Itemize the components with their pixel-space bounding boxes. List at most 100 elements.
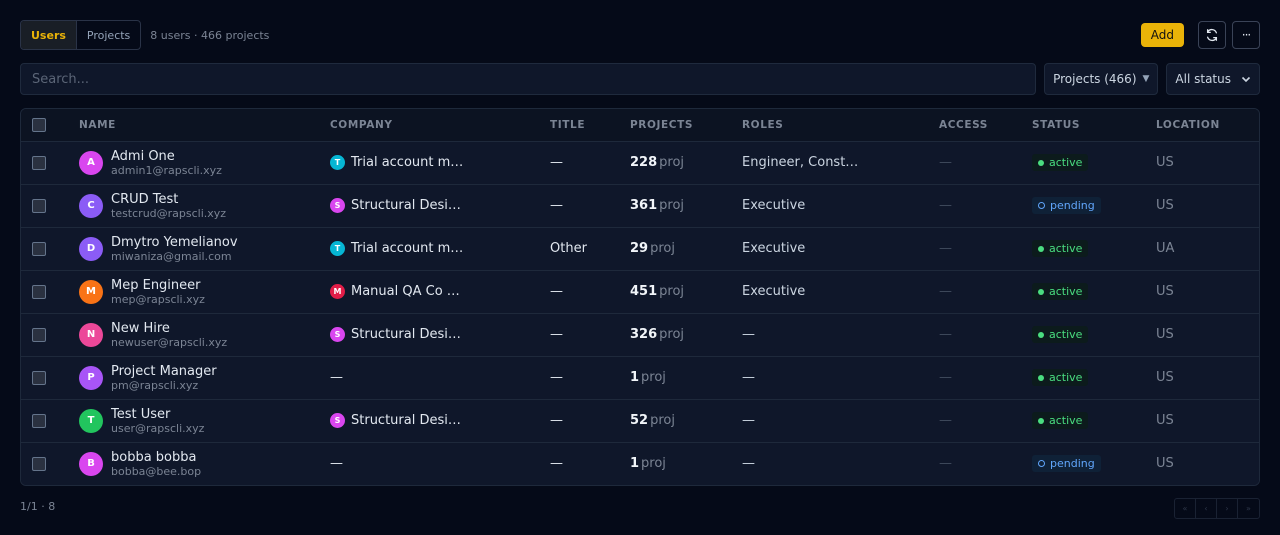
column-header[interactable]: TITLE: [550, 109, 630, 142]
status-label: active: [1049, 414, 1083, 427]
company-cell: M Manual QA Co …: [330, 284, 550, 299]
title-cell: —: [550, 370, 563, 385]
table-row[interactable]: P Project Manager pm@rapscli.xyz — — 1 pr…: [21, 356, 1259, 400]
access-cell: —: [939, 198, 952, 213]
avatar: A: [79, 150, 103, 175]
project-unit: proj: [659, 327, 685, 342]
project-unit: proj: [641, 370, 666, 385]
status-badge: pending: [1032, 197, 1101, 214]
row-checkbox[interactable]: [32, 327, 46, 342]
user-name[interactable]: Dmytro Yemelianov: [111, 235, 238, 250]
avatar: M: [79, 279, 103, 304]
roles-cell: Engineer, Const…: [742, 155, 859, 170]
summary-text: 8 users · 466 projects: [150, 28, 270, 42]
search-input[interactable]: [20, 63, 1037, 95]
roles-cell: —: [742, 413, 755, 428]
row-checkbox[interactable]: [32, 198, 46, 213]
user-email: user@rapscli.xyz: [111, 421, 205, 435]
title-cell: —: [550, 198, 563, 213]
location-cell: US: [1156, 370, 1174, 385]
status-badge: pending: [1032, 455, 1101, 473]
title-cell: Other: [550, 241, 587, 256]
access-cell: —: [939, 327, 952, 342]
user-cell: B bobba bobba bobba@bee.bop: [79, 450, 330, 478]
project-unit: proj: [650, 413, 675, 428]
table-row[interactable]: C CRUD Test testcrud@rapscli.xyz S Struc…: [21, 184, 1259, 228]
title-cell: —: [550, 155, 563, 170]
row-checkbox[interactable]: [32, 284, 46, 299]
status-filter[interactable]: All status: [1166, 63, 1260, 95]
company-cell: S Structural Desi…: [330, 198, 550, 213]
row-checkbox[interactable]: [32, 456, 46, 471]
first-page-button[interactable]: «: [1175, 499, 1196, 518]
status-label: active: [1049, 285, 1083, 298]
company-avatar: T: [330, 155, 345, 170]
column-header[interactable]: ROLES: [742, 109, 939, 142]
roles-cell: Executive: [742, 284, 806, 299]
status-badge: active: [1032, 240, 1089, 257]
user-name[interactable]: Project Manager: [111, 364, 217, 379]
user-name[interactable]: Mep Engineer: [111, 278, 205, 293]
column-header[interactable]: ACCESS: [939, 109, 1032, 142]
chevron-down-icon: ▼: [1142, 74, 1150, 84]
user-name[interactable]: bobba bobba: [111, 450, 201, 465]
column-header[interactable]: COMPANY: [330, 109, 550, 142]
status-dot-icon: [1038, 245, 1044, 252]
status-dot-icon: [1038, 288, 1044, 295]
projects-filter[interactable]: Projects (466) ▼: [1044, 63, 1159, 95]
add-button[interactable]: Add: [1140, 23, 1184, 47]
column-header[interactable]: PROJECTS: [630, 109, 742, 142]
status-label: pending: [1050, 457, 1095, 471]
user-name[interactable]: Admi One: [111, 149, 222, 164]
user-name[interactable]: CRUD Test: [111, 192, 226, 207]
table-row[interactable]: B bobba bobba bobba@bee.bop — — 1 proj — …: [21, 442, 1259, 485]
company-cell: —: [330, 456, 550, 471]
table-row[interactable]: N New Hire newuser@rapscli.xyz S Structu…: [21, 313, 1259, 357]
column-header[interactable]: NAME: [79, 109, 330, 142]
table-row[interactable]: D Dmytro Yemelianov miwaniza@gmail.com T…: [21, 227, 1259, 271]
row-checkbox[interactable]: [32, 413, 46, 428]
prev-page-button[interactable]: ‹: [1196, 499, 1217, 518]
select-all-checkbox[interactable]: [32, 117, 46, 132]
location-cell: US: [1156, 413, 1174, 428]
status-label: active: [1049, 242, 1083, 255]
row-checkbox[interactable]: [32, 370, 46, 385]
location-cell: UA: [1156, 241, 1175, 256]
row-checkbox[interactable]: [32, 241, 46, 256]
project-count: 361: [630, 198, 658, 213]
user-cell: C CRUD Test testcrud@rapscli.xyz: [79, 192, 330, 220]
location-cell: US: [1156, 284, 1174, 299]
column-header[interactable]: STATUS: [1032, 109, 1156, 142]
location-cell: US: [1156, 155, 1174, 170]
location-cell: US: [1156, 456, 1174, 472]
row-checkbox[interactable]: [32, 155, 46, 170]
project-count: 326: [630, 327, 658, 342]
pending-icon: [1038, 202, 1045, 209]
project-count: 1: [630, 456, 640, 472]
status-dot-icon: [1038, 159, 1044, 166]
company-name: Trial account m…: [351, 155, 464, 170]
view-toggle: Users Projects: [20, 20, 142, 50]
project-unit: proj: [650, 241, 675, 256]
column-header[interactable]: LOCATION: [1156, 109, 1259, 142]
user-name[interactable]: Test User: [111, 407, 204, 422]
roles-cell: —: [742, 370, 755, 385]
tab-users[interactable]: Users: [21, 21, 77, 49]
table-row[interactable]: A Admi One admin1@rapscli.xyz T Trial ac…: [21, 141, 1259, 185]
table-row[interactable]: M Mep Engineer mep@rapscli.xyz M Manual …: [21, 270, 1259, 314]
project-count: 228: [630, 155, 658, 170]
table-row[interactable]: T Test User user@rapscli.xyz S Structura…: [21, 399, 1259, 443]
project-unit: proj: [659, 155, 685, 170]
refresh-button[interactable]: [1198, 21, 1226, 49]
user-name[interactable]: New Hire: [111, 321, 227, 336]
company-name: Structural Desi…: [351, 327, 461, 342]
roles-cell: Executive: [742, 198, 806, 213]
next-page-button[interactable]: ›: [1217, 499, 1238, 518]
status-badge: active: [1032, 412, 1089, 429]
last-page-button[interactable]: »: [1238, 499, 1259, 518]
company-avatar: S: [330, 413, 345, 428]
more-button[interactable]: ···: [1232, 21, 1260, 49]
access-cell: —: [939, 284, 952, 299]
roles-cell: —: [742, 327, 755, 342]
tab-projects[interactable]: Projects: [77, 21, 140, 49]
